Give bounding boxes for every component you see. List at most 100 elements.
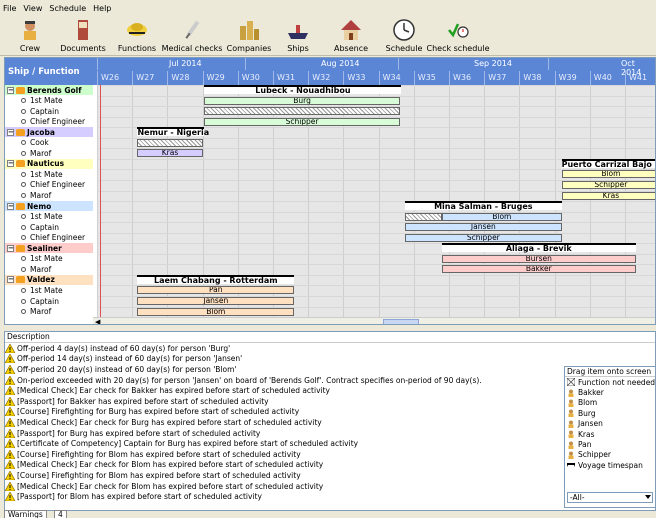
voyage-bar[interactable]: Puerto Carrizal Bajo - Assab	[561, 158, 655, 168]
warning-message[interactable]: On-period exceeded with 20 day(s) for pe…	[5, 375, 655, 386]
row-label: Chief Engineer	[30, 180, 86, 190]
drag-item[interactable]: Jansen	[565, 419, 655, 429]
warning-message[interactable]: [Passport] for Blom has expired before s…	[5, 491, 655, 502]
collapse-icon[interactable]: −	[7, 202, 14, 210]
drag-item[interactable]: Burg	[565, 408, 655, 418]
voyage-bar[interactable]: Aliaga - Brevik	[441, 243, 636, 253]
function-row[interactable]: 1st Mate	[5, 285, 655, 295]
function-row[interactable]: Marof	[5, 307, 655, 317]
ship-row[interactable]: − Valdez	[5, 274, 655, 285]
crew-assignment-bar[interactable]: Blom	[137, 307, 295, 316]
warning-message[interactable]: Off-period 20 day(s) instead of 60 day(s…	[5, 364, 655, 375]
week-label: W38	[523, 73, 542, 82]
crew-assignment-bar[interactable]: Burg	[204, 96, 400, 105]
drag-item[interactable]: Blom	[565, 398, 655, 408]
warning-message[interactable]: [Medical Check] Ear check for Blom has e…	[5, 460, 655, 471]
ship-row[interactable]: − Jacoba	[5, 127, 655, 138]
week-label: W36	[453, 73, 472, 82]
warning-message[interactable]: [Medical Check] Ear check for Burg has e…	[5, 417, 655, 428]
crew-assignment-bar[interactable]: Pan	[137, 286, 295, 295]
crew-assignment-bar[interactable]: Blom	[561, 170, 655, 179]
drag-item[interactable]: Kras	[565, 429, 655, 439]
horizontal-scrollbar[interactable]: ◀	[93, 317, 655, 324]
drag-item[interactable]: Schipper	[565, 450, 655, 460]
warning-message[interactable]: [Course] Firefighting for Burg has expir…	[5, 407, 655, 418]
voyage-bar[interactable]: Mina Salman - Bruges	[405, 201, 562, 211]
warning-message[interactable]: [Course] Firefighting for Blom has expir…	[5, 470, 655, 481]
function-row[interactable]: Marof	[5, 148, 655, 158]
voyage-bar[interactable]: Lubeck - Nouadhibou	[204, 85, 402, 95]
function-row[interactable]: Captain	[5, 296, 655, 306]
crew-assignment-bar[interactable]: Kras	[137, 149, 203, 158]
voyage-bar[interactable]: Laem Chabang - Rotterdam	[137, 274, 295, 284]
crew-assignment-bar[interactable]: Schipper	[561, 180, 655, 189]
drag-panel-header: Drag item onto screen	[565, 367, 655, 377]
crew-assignment-bar[interactable]: Bakker	[441, 265, 636, 274]
companies-icon	[240, 21, 259, 40]
warning-text: Off-period 20 day(s) instead of 60 day(s…	[17, 364, 237, 374]
collapse-icon[interactable]: −	[7, 128, 14, 136]
check-schedule-button[interactable]: Check schedule	[425, 16, 491, 53]
crew-assignment-bar[interactable]: Bursen	[441, 254, 636, 263]
menu-schedule[interactable]: Schedule	[49, 4, 86, 13]
warning-text: [Passport] for Burg has expired before s…	[17, 428, 261, 438]
warning-text: Off-period 4 day(s) instead of 60 day(s)…	[17, 343, 231, 353]
collapse-icon[interactable]: −	[7, 276, 14, 284]
collapse-icon[interactable]: −	[7, 244, 14, 252]
warning-message[interactable]: [Medical Check] Ear check for Blom has e…	[5, 481, 655, 492]
month-label: Sep 2014	[474, 59, 512, 68]
warning-message[interactable]: [Certificate of Competency] Captain for …	[5, 438, 655, 449]
function-bullet-icon	[21, 193, 26, 198]
collapse-icon[interactable]: −	[7, 160, 14, 168]
drag-item-label: Kras	[578, 429, 595, 439]
week-label: W31	[277, 73, 296, 82]
warning-text: [Passport] for Bakker has expired before…	[17, 396, 269, 406]
drag-item-label: Function not needed	[578, 377, 656, 387]
menu-file[interactable]: File	[3, 4, 16, 13]
menu-help[interactable]: Help	[93, 4, 111, 13]
drag-item[interactable]: Pan	[565, 439, 655, 449]
scroll-left-icon[interactable]: ◀	[95, 318, 100, 324]
warning-message[interactable]: [Medical Check] Ear check for Bakker has…	[5, 385, 655, 396]
ship-icon	[16, 86, 25, 94]
ship-row[interactable]: − Nauticus	[5, 158, 655, 169]
crew-assignment-bar[interactable]: Blom	[441, 212, 562, 221]
drag-item[interactable]: Function not needed	[565, 377, 655, 387]
crew-assignment-bar[interactable]: Schipper	[405, 233, 562, 242]
crew-assignment-bar[interactable]: Jansen	[137, 297, 295, 305]
person-icon	[568, 389, 574, 397]
collapse-icon[interactable]: −	[7, 86, 14, 94]
menu-view[interactable]: View	[23, 4, 42, 13]
crew-assignment-bar[interactable]: Jansen	[405, 223, 562, 232]
tab-count[interactable]: 4	[54, 510, 67, 518]
menu-bar: File View Schedule Help	[0, 0, 656, 16]
function-not-needed-bar[interactable]	[204, 107, 400, 116]
scroll-thumb[interactable]	[383, 319, 419, 324]
crew-assignment-bar[interactable]: Schipper	[204, 117, 400, 126]
drag-item[interactable]: Voyage timespan	[565, 460, 655, 470]
warnings-panel: Description Off-period 4 day(s) instead …	[4, 331, 656, 511]
function-not-needed-bar[interactable]	[405, 212, 442, 221]
drag-item[interactable]: Bakker	[565, 387, 655, 397]
filter-combo[interactable]: -All-	[567, 492, 653, 503]
drag-item-label: Bakker	[578, 388, 604, 398]
warning-message[interactable]: Off-period 4 day(s) instead of 60 day(s)…	[5, 343, 655, 354]
function-row[interactable]: Marof	[5, 191, 655, 201]
function-not-needed-bar[interactable]	[137, 138, 203, 147]
house-icon	[341, 20, 361, 40]
warning-message[interactable]: [Passport] for Burg has expired before s…	[5, 428, 655, 439]
schedule-gantt[interactable]: Ship / Function Jul 2014 Aug 2014 Sep 2014…	[4, 57, 656, 325]
warning-message[interactable]: Off-period 14 day(s) instead of 60 day(s…	[5, 354, 655, 365]
warning-message[interactable]: [Passport] for Bakker has expired before…	[5, 396, 655, 407]
warning-icon	[5, 417, 15, 427]
crew-assignment-bar[interactable]: Kras	[561, 191, 655, 200]
voyage-bar[interactable]: Nemur - Nigeria	[137, 127, 209, 137]
week-divider	[343, 71, 345, 85]
tab-warnings[interactable]: Warnings	[4, 510, 47, 518]
warning-message[interactable]: [Course] Firefighting for Blom has expir…	[5, 449, 655, 460]
function-row[interactable]: Chief Engineer	[5, 180, 655, 190]
function-row[interactable]: Cook	[5, 138, 655, 148]
function-row[interactable]: 1st Mate	[5, 169, 655, 179]
row-label: Captain	[30, 296, 59, 306]
check-schedule-icon	[448, 23, 469, 38]
